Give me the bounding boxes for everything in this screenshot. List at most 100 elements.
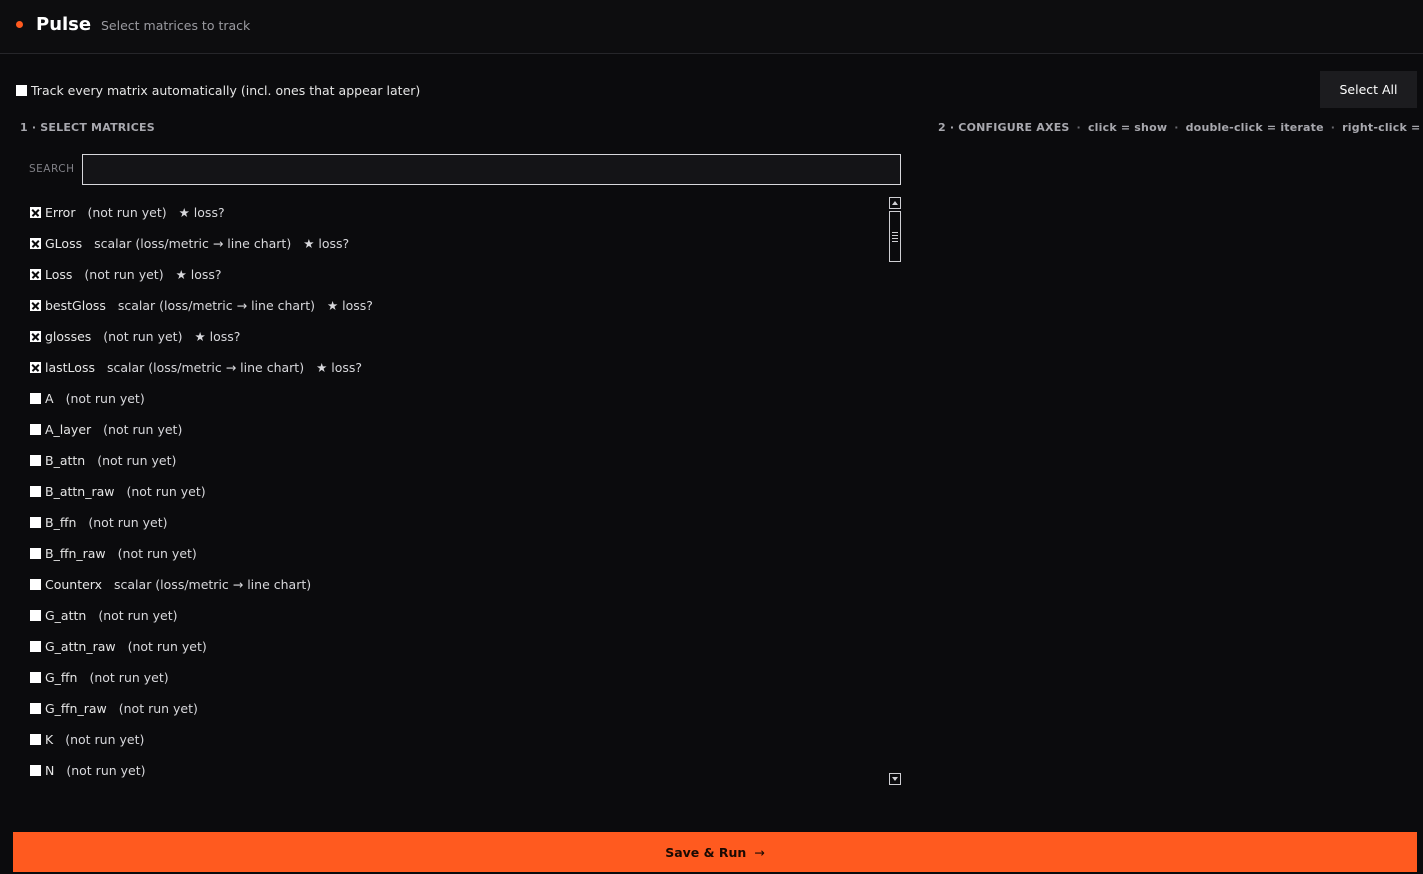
matrix-status: (not run yet)	[97, 453, 177, 468]
matrix-name: K	[45, 732, 54, 747]
loss-tag[interactable]: ★ loss?	[176, 267, 222, 282]
hint-right-click: right-click = reset	[1342, 121, 1423, 134]
matrix-status: (not run yet)	[117, 546, 197, 561]
matrix-status: (not run yet)	[84, 267, 164, 282]
loss-tag[interactable]: ★ loss?	[327, 298, 373, 313]
app-header: Pulse Select matrices to track	[0, 0, 1423, 54]
matrix-status: (not run yet)	[103, 329, 183, 344]
loss-tag[interactable]: ★ loss?	[194, 329, 240, 344]
hint-click: click = show	[1087, 121, 1168, 134]
matrix-status: (not run yet)	[88, 515, 168, 530]
matrix-name: B_attn	[45, 453, 86, 468]
section-configure-axes-title: 2 · CONFIGURE AXES · click = show · doub…	[938, 121, 1423, 134]
loss-tag[interactable]: ★ loss?	[303, 236, 349, 251]
matrix-name: A_layer	[45, 422, 92, 437]
matrix-status: (not run yet)	[89, 670, 169, 685]
matrix-row[interactable]: B_ffn (not run yet)	[30, 507, 890, 538]
grip-line	[892, 238, 898, 239]
matrix-row[interactable]: G_attn (not run yet)	[30, 600, 890, 631]
matrix-checkbox[interactable]	[30, 734, 41, 745]
track-all-checkbox[interactable]	[16, 85, 27, 96]
matrix-checkbox[interactable]	[30, 579, 41, 590]
scroll-down-button[interactable]	[889, 773, 901, 785]
matrix-checkbox[interactable]	[30, 486, 41, 497]
matrix-row[interactable]: B_attn (not run yet)	[30, 445, 890, 476]
scroll-thumb[interactable]	[889, 211, 901, 262]
matrix-status: scalar (loss/metric → line chart)	[117, 298, 315, 313]
grip-line	[892, 232, 898, 233]
section-select-matrices-title: 1 · SELECT MATRICES	[20, 121, 155, 134]
matrix-row[interactable]: A_layer (not run yet)	[30, 414, 890, 445]
matrix-name: bestGloss	[45, 298, 106, 313]
matrix-checkbox[interactable]	[30, 610, 41, 621]
matrix-checkbox[interactable]	[30, 517, 41, 528]
list-scrollbar[interactable]	[889, 197, 902, 787]
matrix-row[interactable]: Counterx scalar (loss/metric → line chart…	[30, 569, 890, 600]
matrix-name: G_attn	[45, 608, 87, 623]
matrix-row[interactable]: N (not run yet)	[30, 755, 890, 786]
matrix-row[interactable]: G_ffn_raw (not run yet)	[30, 693, 890, 724]
matrix-row[interactable]: Loss (not run yet) ★ loss?	[30, 259, 890, 290]
matrix-row[interactable]: G_ffn (not run yet)	[30, 662, 890, 693]
matrix-checkbox[interactable]	[30, 362, 41, 373]
matrix-row[interactable]: B_ffn_raw (not run yet)	[30, 538, 890, 569]
matrix-status: (not run yet)	[65, 391, 145, 406]
search-input[interactable]	[82, 154, 901, 185]
chevron-up-icon	[892, 201, 898, 205]
matrix-row[interactable]: glosses (not run yet) ★ loss?	[30, 321, 890, 352]
matrix-row[interactable]: Error (not run yet) ★ loss?	[30, 197, 890, 228]
matrix-checkbox[interactable]	[30, 765, 41, 776]
matrix-name: Error	[45, 205, 76, 220]
matrix-name: Loss	[45, 267, 73, 282]
matrix-name: glosses	[45, 329, 92, 344]
matrix-status: (not run yet)	[118, 701, 198, 716]
matrix-name: lastLoss	[45, 360, 95, 375]
save-and-run-button[interactable]: Save & Run →	[13, 832, 1417, 872]
separator-dot: ·	[1174, 121, 1179, 134]
matrix-checkbox[interactable]	[30, 424, 41, 435]
matrix-checkbox[interactable]	[30, 300, 41, 311]
matrix-checkbox[interactable]	[30, 672, 41, 683]
matrix-row[interactable]: G_attn_raw (not run yet)	[30, 631, 890, 662]
matrix-row[interactable]: A (not run yet)	[30, 383, 890, 414]
select-all-button[interactable]: Select All	[1320, 71, 1417, 108]
matrix-checkbox[interactable]	[30, 238, 41, 249]
track-all-option[interactable]: Track every matrix automatically (incl. …	[16, 83, 420, 98]
matrix-checkbox[interactable]	[30, 455, 41, 466]
matrix-checkbox[interactable]	[30, 393, 41, 404]
status-dot-icon	[16, 21, 23, 28]
matrix-status: scalar (loss/metric → line chart)	[106, 360, 305, 375]
grip-line	[892, 235, 898, 236]
matrix-row[interactable]: lastLoss scalar (loss/metric → line chart…	[30, 352, 890, 383]
matrix-status: (not run yet)	[103, 422, 183, 437]
matrix-checkbox[interactable]	[30, 331, 41, 342]
matrix-checkbox[interactable]	[30, 548, 41, 559]
matrix-status: scalar (loss/metric → line chart)	[94, 236, 292, 251]
matrix-row[interactable]: GLoss scalar (loss/metric → line chart) ★ …	[30, 228, 890, 259]
matrix-name: GLoss	[45, 236, 83, 251]
matrix-status: (not run yet)	[98, 608, 178, 623]
matrix-checkbox[interactable]	[30, 641, 41, 652]
matrix-row[interactable]: B_attn_raw (not run yet)	[30, 476, 890, 507]
matrix-row[interactable]: K (not run yet)	[30, 724, 890, 755]
matrix-name: G_ffn_raw	[45, 701, 107, 716]
loss-tag[interactable]: ★ loss?	[179, 205, 225, 220]
separator-dot: ·	[1076, 121, 1081, 134]
matrix-row[interactable]: bestGloss scalar (loss/metric → line char…	[30, 290, 890, 321]
hint-double-click: double-click = iterate	[1185, 121, 1324, 134]
matrix-status: (not run yet)	[65, 732, 145, 747]
scroll-up-button[interactable]	[889, 197, 901, 209]
loss-tag[interactable]: ★ loss?	[316, 360, 362, 375]
matrix-status: (not run yet)	[126, 484, 206, 499]
grip-line	[892, 241, 898, 242]
track-all-label: Track every matrix automatically (incl. …	[31, 83, 421, 98]
matrix-name: Counterx	[45, 577, 103, 592]
matrix-checkbox[interactable]	[30, 207, 41, 218]
app-subtitle: Select matrices to track	[101, 18, 251, 33]
arrow-right-icon: →	[754, 844, 765, 860]
matrix-name: G_attn_raw	[45, 639, 116, 654]
matrix-checkbox[interactable]	[30, 703, 41, 714]
matrix-checkbox[interactable]	[30, 269, 41, 280]
matrix-name: B_ffn	[45, 515, 77, 530]
matrix-status: (not run yet)	[87, 205, 167, 220]
